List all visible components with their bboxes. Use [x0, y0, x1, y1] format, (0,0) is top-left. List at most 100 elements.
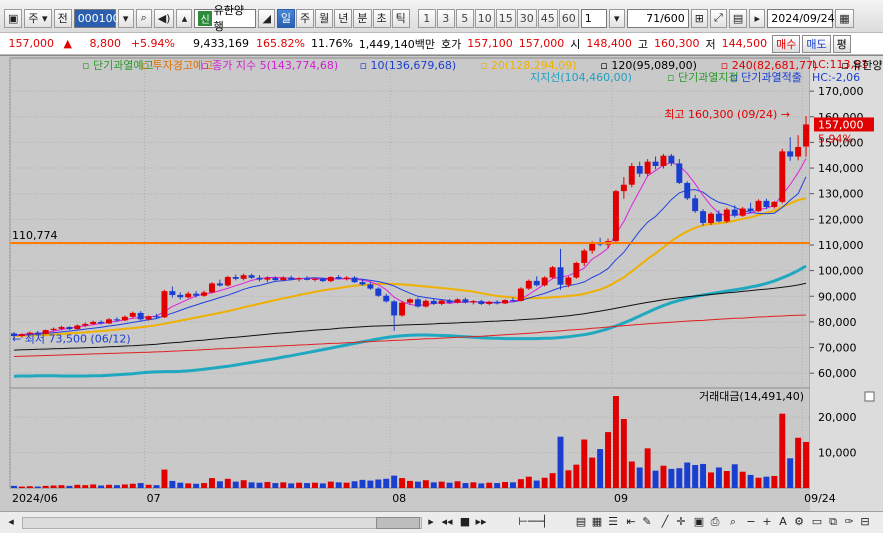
save-icon[interactable]: ▤ — [728, 8, 748, 28]
date-field[interactable]: 2024/09/24 — [767, 8, 835, 28]
candle-body — [82, 323, 89, 326]
layout-icon[interactable]: ▤ — [574, 515, 588, 529]
candle-body — [216, 283, 223, 286]
more-icon[interactable]: ⊟ — [858, 515, 872, 529]
period-button-1[interactable]: 주 — [296, 8, 315, 28]
candle-body — [311, 278, 318, 280]
trend-icon[interactable]: ⤢ — [710, 8, 727, 28]
interval-button-60[interactable]: 60 — [558, 8, 579, 28]
flat-button[interactable]: 평 — [832, 34, 851, 53]
candle-body — [446, 300, 453, 303]
volume-bar — [620, 419, 627, 488]
interval-button-30[interactable]: 30 — [516, 8, 537, 28]
chart-type-icon[interactable]: ⧉ — [826, 515, 840, 529]
buy-button[interactable]: 매수 — [772, 34, 801, 53]
candle-body — [343, 277, 350, 279]
candle — [161, 289, 168, 319]
candle-body — [494, 301, 501, 304]
window-icon[interactable]: ▣ — [4, 8, 23, 28]
interval-button-45[interactable]: 45 — [537, 8, 558, 28]
list-icon[interactable]: ☰ — [606, 515, 620, 529]
rewind-icon[interactable]: ◂◂ — [440, 515, 454, 529]
candle-body — [98, 321, 105, 324]
sound-icon[interactable]: ◀) — [153, 8, 175, 28]
fast-forward-icon[interactable]: ▸▸ — [474, 515, 488, 529]
candle-body — [715, 213, 722, 222]
price-chart[interactable]: 110,774 60,000 70,000 80,000 90,000 100,000 1… — [0, 56, 883, 512]
candle-body — [399, 302, 406, 316]
interval-button-3[interactable]: 3 — [436, 8, 455, 28]
volume-bar — [581, 439, 588, 488]
volume-bar — [470, 482, 477, 488]
calendar-icon[interactable]: ▦ — [835, 8, 854, 28]
zoom-slider[interactable]: ⊢──┤ — [498, 515, 568, 529]
capture-icon[interactable]: ▣ — [692, 515, 706, 529]
volume-bar — [763, 476, 770, 488]
stock-name-field[interactable]: 신 유한양행 — [194, 4, 257, 33]
x-tick-label: 09/24 — [804, 492, 836, 505]
volume-bar — [573, 464, 580, 488]
period-button-4[interactable]: 분 — [353, 8, 372, 28]
candle-body — [502, 300, 509, 304]
prev-stock-icon[interactable]: ▴ — [176, 8, 193, 28]
volume-bar — [407, 480, 413, 488]
sell-button[interactable]: 매도 — [802, 34, 831, 53]
volume-bar — [280, 482, 287, 488]
legend-item: ▫ 10(136,679,68) — [360, 59, 457, 72]
code-dropdown-icon[interactable]: ▾ — [117, 8, 134, 28]
volume-bar — [494, 483, 501, 488]
candle-body — [106, 319, 112, 324]
settings-icon[interactable]: ⚙ — [792, 515, 806, 529]
volume-bar — [319, 483, 326, 488]
ref-line-label: 110,774 — [12, 229, 58, 242]
stock-code-input[interactable]: 000100 — [73, 8, 120, 28]
candle-body — [470, 301, 477, 303]
measure-icon[interactable]: ⇤ — [624, 515, 638, 529]
interval-dropdown-icon[interactable]: ▾ — [608, 8, 625, 28]
step-forward-icon[interactable]: ▸ — [424, 515, 438, 529]
volume-bar — [700, 463, 707, 488]
period-button-2[interactable]: 월 — [315, 8, 334, 28]
zoom-in-icon[interactable]: + — [760, 515, 774, 529]
volume-bar — [708, 472, 714, 488]
volume-bar — [129, 483, 136, 488]
candle — [779, 148, 786, 204]
chart-area[interactable]: 110,774 60,000 70,000 80,000 90,000 100,000 1… — [0, 55, 883, 512]
prefix-button[interactable]: 전 — [53, 8, 72, 28]
stock-name-dropdown-icon[interactable]: ◢ — [258, 8, 275, 28]
interval-button-5[interactable]: 5 — [455, 8, 474, 28]
pen-icon[interactable]: ✑ — [842, 515, 856, 529]
crosshair-icon[interactable]: ✛ — [674, 515, 688, 529]
interval-button-1[interactable]: 1 — [417, 8, 436, 28]
period-select[interactable]: 주 ▾ — [24, 8, 52, 28]
draw-icon[interactable]: ✎ — [640, 515, 654, 529]
interval-button-10[interactable]: 10 — [474, 8, 495, 28]
volume-bar — [343, 482, 350, 488]
page-count-field[interactable]: 71/600 — [626, 8, 689, 28]
print-icon[interactable]: ⎙ — [708, 515, 722, 529]
search-icon[interactable]: ⌕ — [135, 8, 152, 28]
candle-body — [232, 277, 239, 279]
scroll-left-icon[interactable]: ◂ — [4, 515, 18, 529]
window-icon-2[interactable]: ▭ — [810, 515, 824, 529]
text-icon[interactable]: A — [776, 515, 790, 529]
volume-bar — [739, 471, 746, 488]
stop-icon[interactable]: ■ — [458, 515, 472, 529]
zoom-icon[interactable]: ⌕ — [726, 515, 740, 529]
grid-icon[interactable]: ▦ — [590, 515, 604, 529]
period-button-6[interactable]: 틱 — [391, 8, 410, 28]
interval-input[interactable]: 1 — [580, 8, 607, 28]
period-button-5[interactable]: 초 — [372, 8, 391, 28]
scroll-track[interactable] — [22, 517, 422, 529]
candle — [209, 282, 215, 294]
indicator-icon[interactable]: ⊞ — [690, 8, 709, 28]
volume-bar — [351, 481, 358, 488]
candle-body — [185, 293, 192, 298]
period-button-3[interactable]: 년 — [334, 8, 353, 28]
next-stock-icon[interactable]: ▸ — [749, 8, 766, 28]
line-icon[interactable]: ╱ — [658, 515, 672, 529]
zoom-out-icon[interactable]: − — [744, 515, 758, 529]
scroll-thumb[interactable] — [376, 517, 420, 529]
period-button-0[interactable]: 일 — [276, 8, 296, 28]
interval-button-15[interactable]: 15 — [495, 8, 516, 28]
